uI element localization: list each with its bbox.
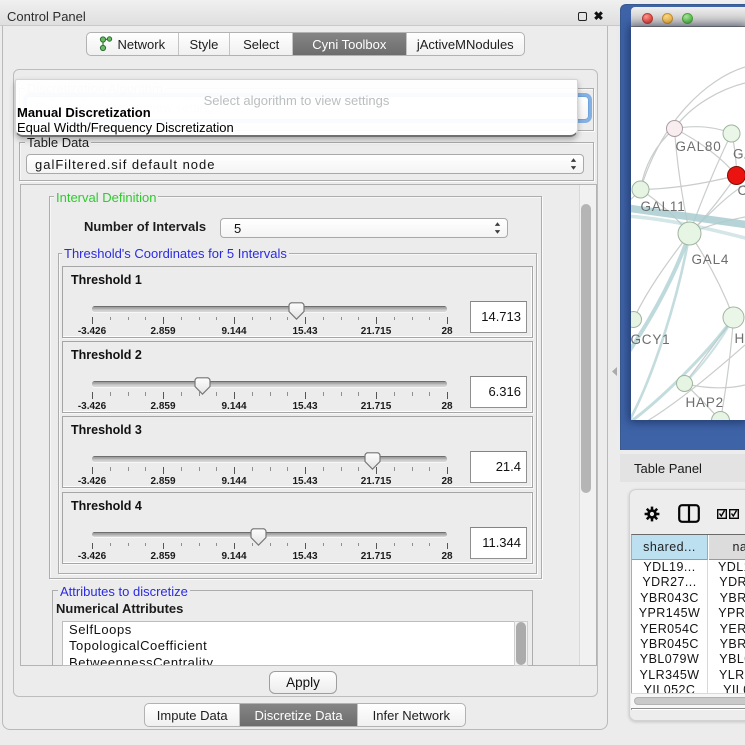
svg-text:GAL80: GAL80 [676, 139, 722, 154]
svg-text:HAP2: HAP2 [686, 395, 724, 410]
svg-text:GAL11: GAL11 [641, 199, 686, 214]
svg-text:GA: GA [733, 147, 745, 162]
svg-text:GCY1: GCY1 [631, 332, 670, 347]
svg-text:HI: HI [735, 331, 745, 346]
svg-text:CY: CY [738, 183, 745, 198]
svg-text:GAL4: GAL4 [692, 252, 730, 267]
